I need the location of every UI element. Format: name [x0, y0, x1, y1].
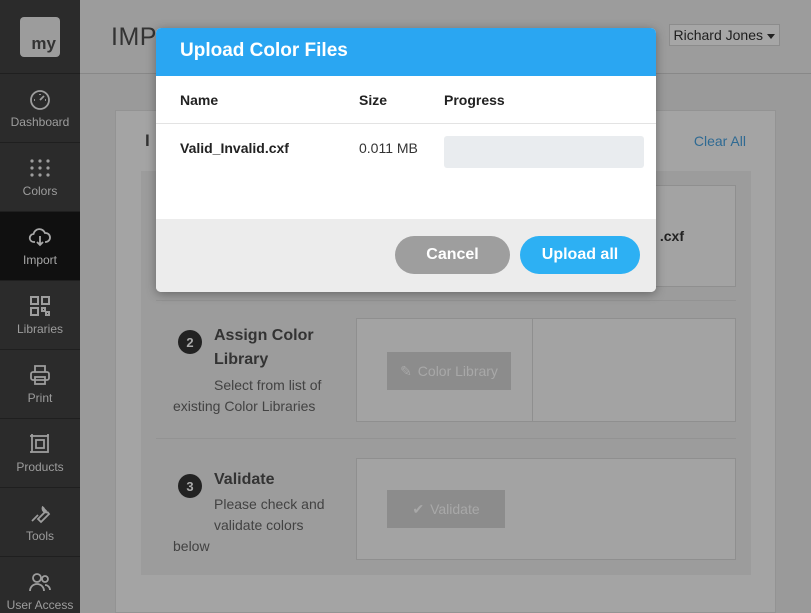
sidebar-item-label: Colors	[22, 184, 58, 198]
product-frame-icon	[30, 434, 49, 453]
validate-button[interactable]: ✔ Validate	[387, 490, 505, 528]
file-name: Valid_Invalid.cxf	[180, 140, 289, 156]
step-desc-line3: below	[173, 538, 210, 554]
clear-all-link[interactable]: Clear All	[694, 133, 746, 149]
sidebar-item-label: Libraries	[16, 322, 64, 336]
dots-grid-icon	[30, 159, 50, 177]
sidebar-item-libraries[interactable]: Libraries	[0, 281, 80, 350]
sidebar-item-dashboard[interactable]: Dashboard	[0, 74, 80, 143]
file-size: 0.011 MB	[359, 140, 418, 156]
sidebar-item-import[interactable]: Import	[0, 212, 80, 281]
sidebar-item-label: Tools	[25, 529, 54, 543]
app-logo[interactable]: my	[20, 16, 60, 57]
step-title-line1: Assign Color	[214, 327, 314, 344]
printer-icon	[30, 365, 50, 385]
logo-area: my	[0, 0, 80, 74]
sidebar-item-products[interactable]: Products	[0, 419, 80, 488]
step-desc-line2: existing Color Libraries	[173, 398, 316, 414]
step-desc-line1: Select from list of	[214, 377, 322, 393]
file-table: Name Size Progress Valid_Invalid.cxf 0.0…	[156, 76, 656, 172]
step-number: 2	[178, 330, 202, 354]
table-header: Name Size Progress	[156, 76, 656, 124]
color-library-label: Color Library	[417, 363, 498, 379]
library-box: ✎ Color Library	[356, 318, 736, 422]
page-title: IMP	[111, 23, 157, 51]
upload-progress-bar	[444, 136, 644, 168]
modal-footer: Cancel Upload all	[156, 219, 656, 292]
sidebar-item-print[interactable]: Print	[0, 350, 80, 419]
card-title: I	[145, 131, 150, 150]
upload-all-button[interactable]: Upload all	[520, 236, 640, 274]
validate-box: ✔ Validate	[356, 458, 736, 560]
sidebar-item-label: Import	[22, 253, 57, 267]
gauge-icon	[30, 90, 50, 110]
step-desc-line2: validate colors	[214, 517, 304, 533]
validate-label: Validate	[430, 501, 480, 517]
sidebar: my Dashboard Colors Import Libraries Pri…	[0, 0, 80, 613]
qr-code-icon	[30, 296, 50, 316]
column-header-progress: Progress	[444, 91, 505, 108]
edit-icon: ✎	[400, 362, 412, 379]
sidebar-item-colors[interactable]: Colors	[0, 143, 80, 212]
table-row: Valid_Invalid.cxf 0.011 MB	[156, 124, 656, 172]
sidebar-item-label: Products	[16, 460, 64, 474]
column-header-name: Name	[180, 91, 219, 108]
step-desc-line1: Please check and	[214, 496, 325, 512]
color-library-button[interactable]: ✎ Color Library	[387, 352, 511, 390]
step-title: Validate	[214, 471, 275, 488]
user-menu-dropdown[interactable]: Richard Jones	[668, 24, 780, 46]
upload-color-files-modal: Upload Color Files Name Size Progress Va…	[156, 28, 656, 292]
check-circle-icon: ✔	[412, 500, 425, 517]
wrench-icon	[31, 505, 51, 524]
cloud-download-icon	[28, 228, 51, 247]
column-header-size: Size	[359, 91, 388, 108]
cancel-button[interactable]: Cancel	[395, 236, 510, 274]
uploaded-file-name: .cxf	[659, 228, 684, 244]
sidebar-item-user-access[interactable]: User Access	[0, 557, 80, 613]
step-title-line2: Library	[214, 351, 269, 368]
sidebar-item-label: User Access	[6, 598, 74, 612]
users-icon	[29, 573, 51, 592]
sidebar-item-tools[interactable]: Tools	[0, 488, 80, 557]
modal-title: Upload Color Files	[156, 28, 656, 76]
sidebar-item-label: Print	[27, 391, 53, 405]
step-row-validate: 3 Validate Please check and validate col…	[156, 439, 736, 575]
step-row-assign-library: 2 Assign Color Library Select from list …	[156, 301, 736, 439]
sidebar-item-label: Dashboard	[10, 115, 70, 129]
step-number: 3	[178, 474, 202, 498]
box-divider	[532, 319, 533, 421]
